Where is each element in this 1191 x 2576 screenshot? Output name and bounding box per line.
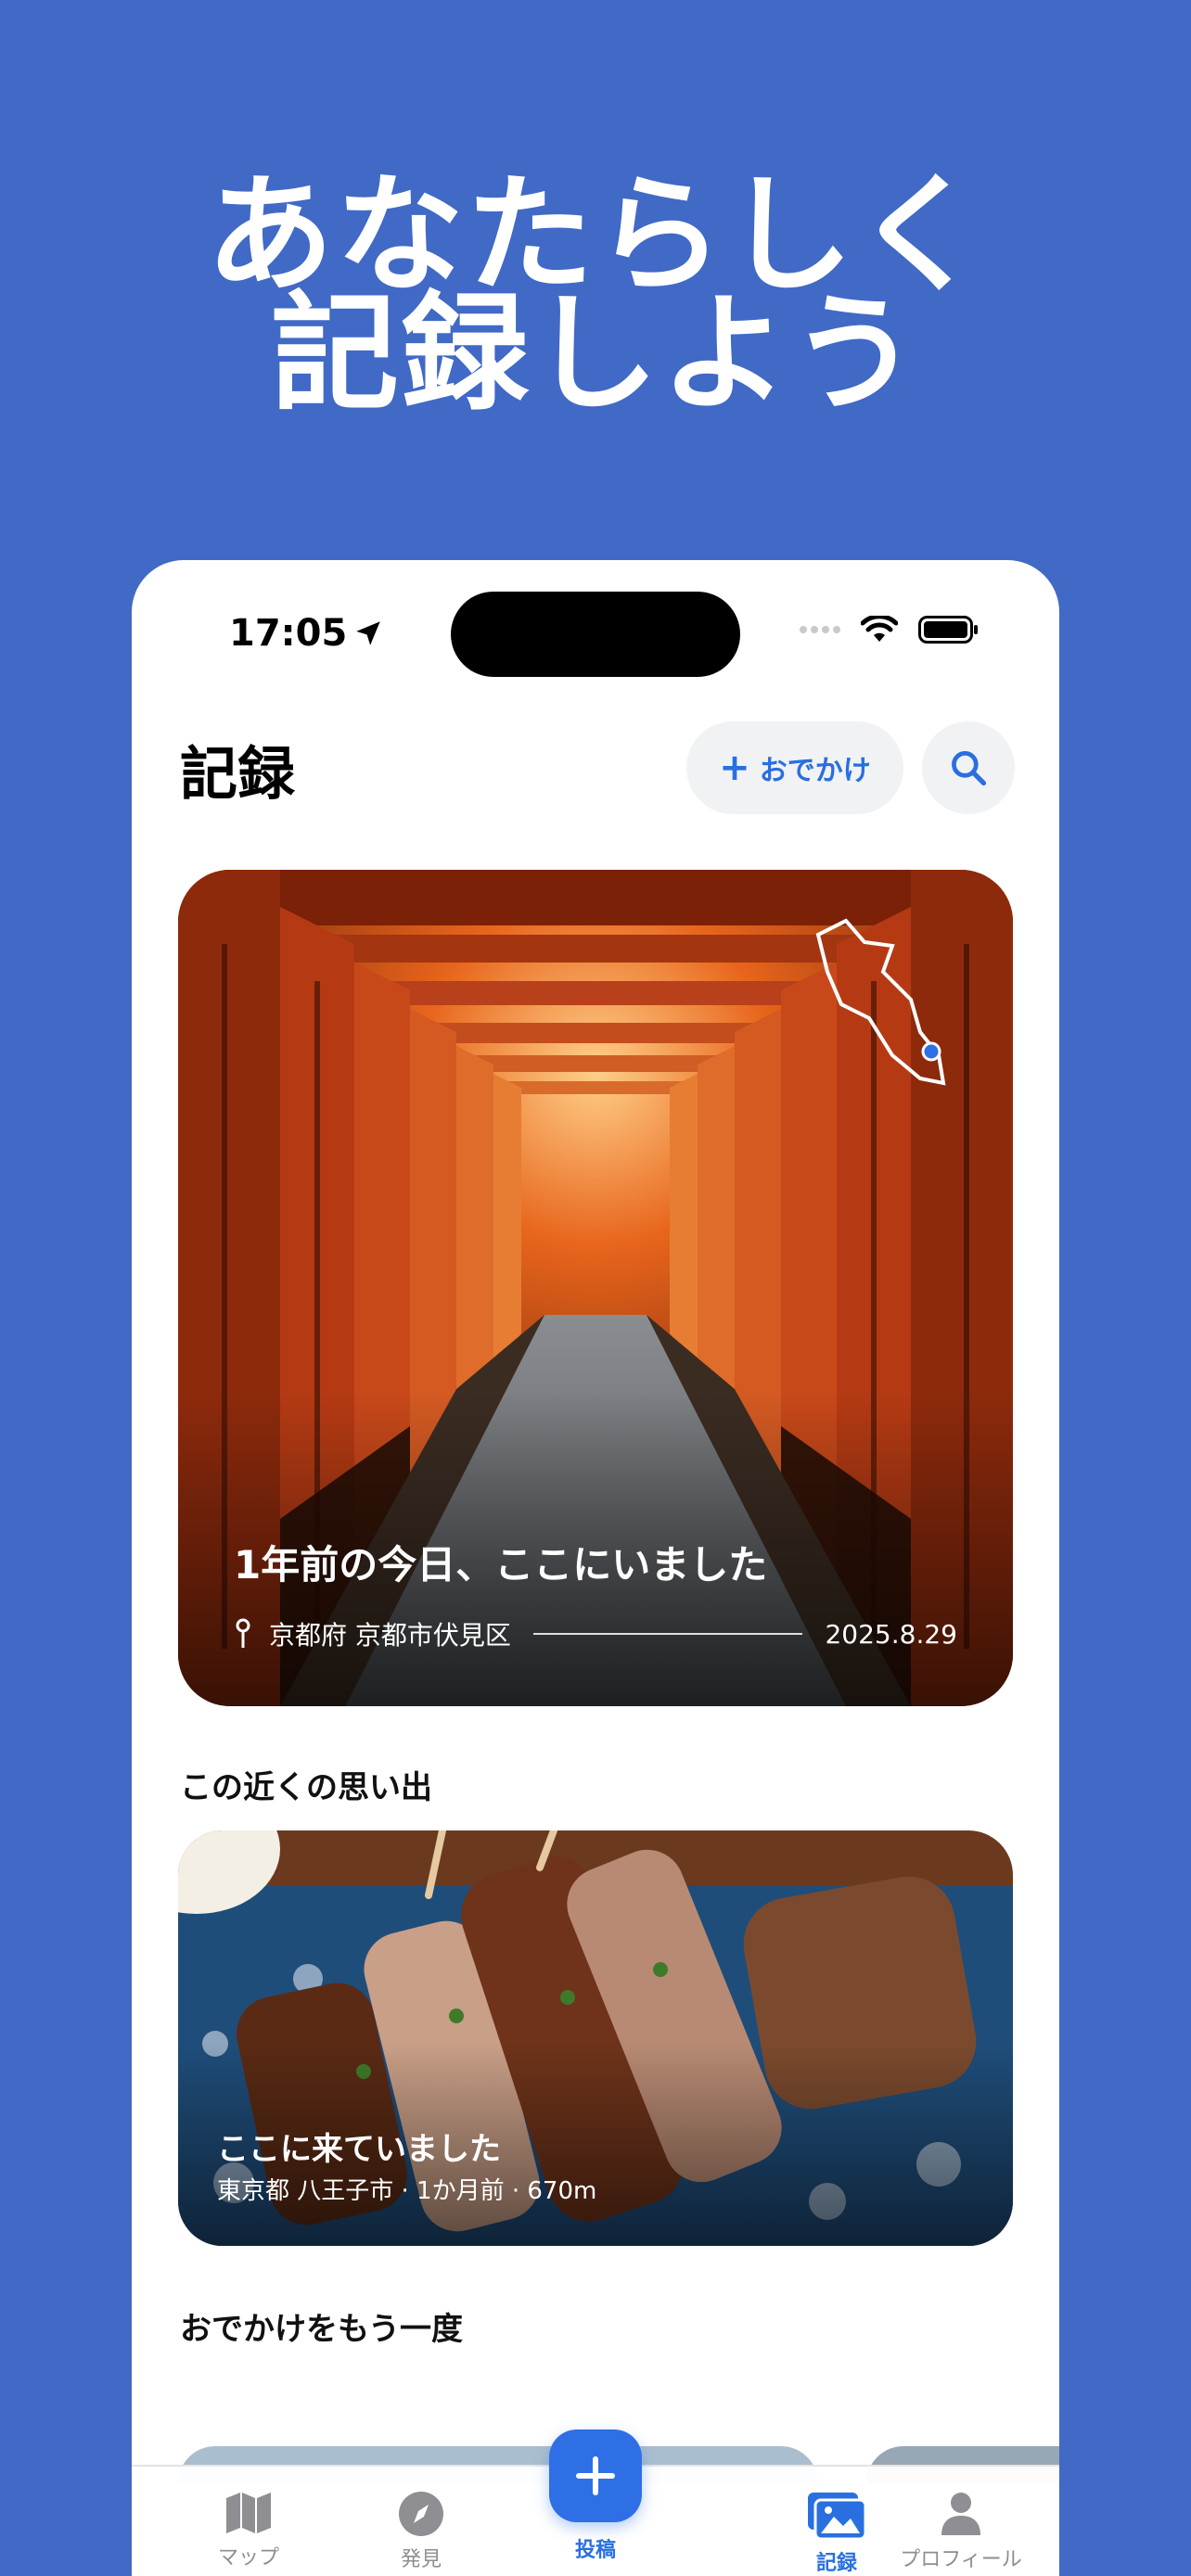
- compass-icon: [399, 2492, 443, 2536]
- hero-divider: [532, 1633, 803, 1635]
- tab-records[interactable]: 記録: [772, 2467, 902, 2576]
- nearby-memory-card[interactable]: ここに来ていました 東京都 八王子市 · 1か月前 · 670m: [178, 1830, 1013, 2246]
- photos-icon: [808, 2493, 867, 2541]
- search-icon: [952, 751, 987, 786]
- cellular-signal-icon: [800, 626, 840, 633]
- hero-meta: 京都府 京都市伏見区 2025.8.29: [234, 1615, 957, 1652]
- page-title: 記録: [180, 740, 296, 808]
- search-button[interactable]: [922, 721, 1015, 814]
- tab-profile[interactable]: プロフィール: [896, 2467, 1026, 2576]
- phone-screen: 17:05 記録 + おでかけ 1年前の今日、ここにいました 京都府 京都市伏見…: [132, 560, 1059, 2576]
- hero-title: 1年前の今日、ここにいました: [234, 1542, 768, 1588]
- tab-map[interactable]: マップ: [184, 2467, 314, 2576]
- wifi-icon: [861, 616, 898, 642]
- plus-icon: [576, 2456, 615, 2495]
- tab-discover[interactable]: 発見: [356, 2467, 486, 2576]
- dynamic-island: [451, 592, 740, 677]
- tab-discover-label: 発見: [400, 2548, 442, 2571]
- promo-line-1: あなたらしく: [205, 160, 985, 310]
- tab-profile-label: プロフィール: [900, 2548, 1022, 2571]
- location-dot: [921, 1041, 941, 1062]
- post-button-label: 投稿: [574, 2539, 616, 2562]
- plus-icon: +: [719, 746, 750, 789]
- odekake-button-label: おでかけ: [759, 755, 871, 787]
- location-arrow-icon: [356, 621, 381, 645]
- person-icon: [941, 2493, 980, 2535]
- hero-date: 2025.8.29: [825, 1618, 957, 1650]
- add-odekake-button[interactable]: + おでかけ: [686, 721, 903, 814]
- hero-location: 京都府 京都市伏見区: [269, 1620, 511, 1651]
- memory-meta: 東京都 八王子市 · 1か月前 · 670m: [217, 2177, 597, 2205]
- status-indicators: [800, 616, 980, 644]
- status-time-text: 17:05: [229, 612, 348, 655]
- promo-line-2: 記録しよう: [270, 279, 920, 428]
- tab-records-label: 記録: [815, 2552, 857, 2575]
- odekake-again-section-title: おでかけをもう一度: [180, 2311, 463, 2348]
- post-button[interactable]: [549, 2429, 642, 2522]
- pin-icon: [236, 1618, 250, 1648]
- map-icon: [226, 2493, 271, 2533]
- on-this-day-card[interactable]: 1年前の今日、ここにいました 京都府 京都市伏見区 2025.8.29: [178, 870, 1013, 1706]
- promo-headline: あなたらしく 記録しよう: [0, 160, 1191, 428]
- status-time: 17:05: [229, 612, 384, 655]
- battery-icon: [918, 616, 978, 644]
- tab-map-label: マップ: [217, 2546, 279, 2570]
- memory-title: ここに来ていました: [217, 2131, 501, 2168]
- nearby-section-title: この近くの思い出: [180, 1769, 432, 1806]
